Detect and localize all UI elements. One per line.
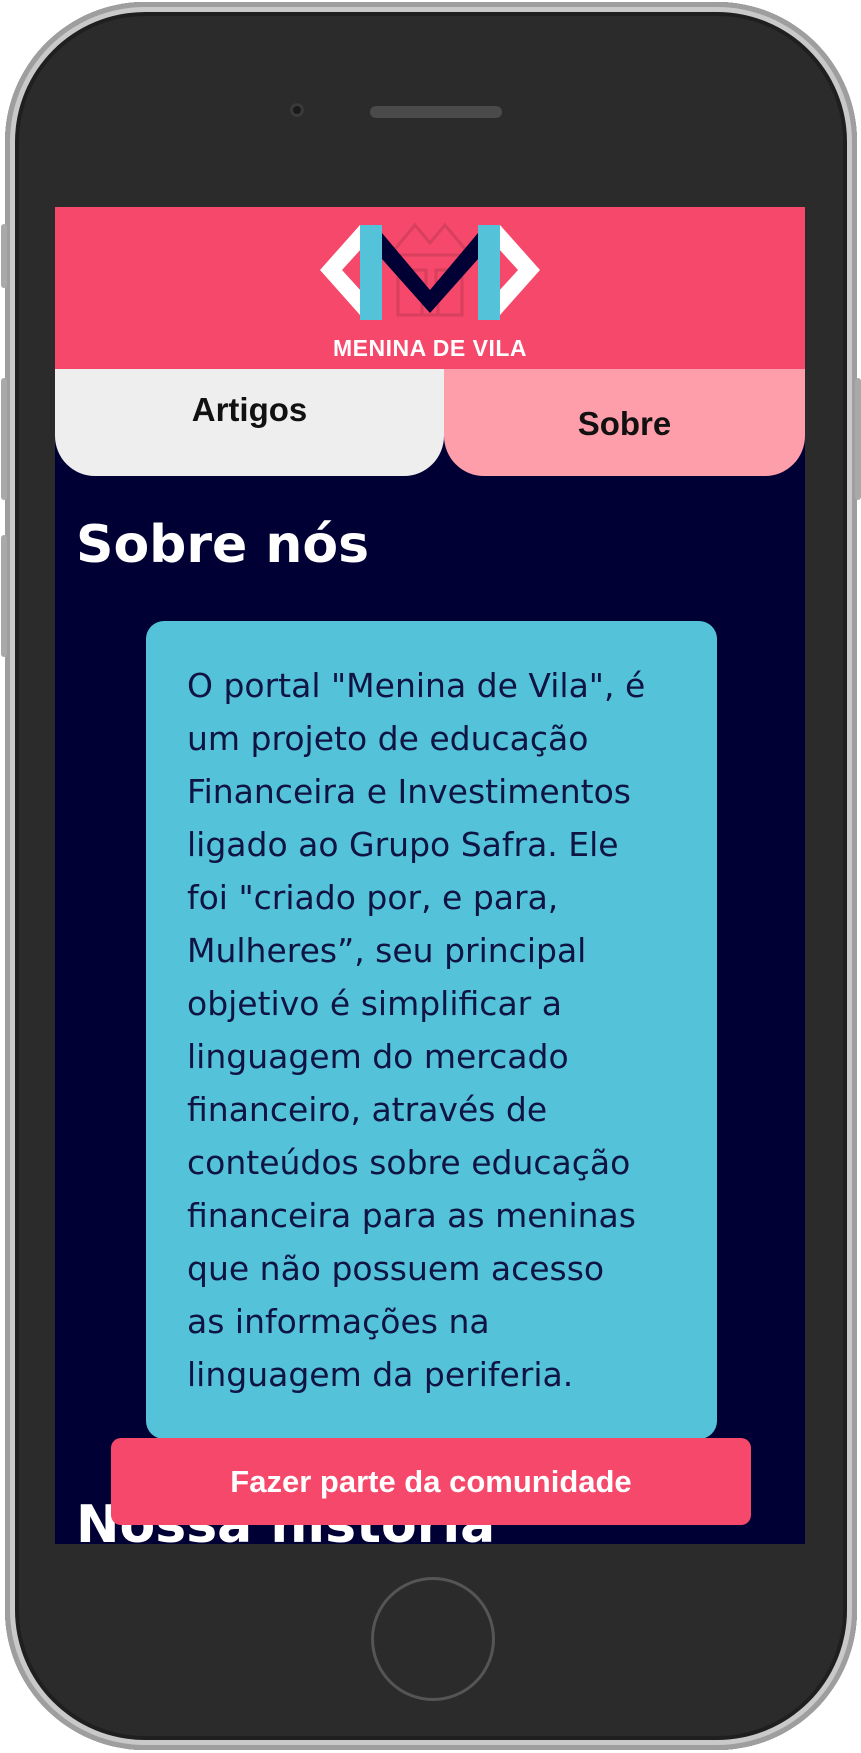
about-card: O portal "Menina de Vila", é um projeto … xyxy=(146,621,717,1439)
about-title: Sobre nós xyxy=(76,515,370,575)
about-line: Mulheres”, seu principal xyxy=(187,931,587,970)
about-line: objetivo é simplificar a xyxy=(187,984,562,1023)
left-stem-shape xyxy=(360,225,382,320)
about-line: ligado ao Grupo Safra. Ele xyxy=(187,825,619,864)
about-line: financeiro, através de xyxy=(187,1090,548,1129)
about-line: O portal "Menina de Vila", é xyxy=(187,666,646,705)
about-line: Financeira e Investimentos xyxy=(187,772,631,811)
about-line: foi "criado por, e para, xyxy=(187,878,559,917)
tab-artigos[interactable]: Artigos xyxy=(55,369,444,476)
front-camera-icon xyxy=(290,103,304,117)
mute-switch xyxy=(1,224,7,288)
speaker-grille xyxy=(370,106,502,118)
about-line: linguagem do mercado xyxy=(187,1037,569,1076)
app-screen: MENINA DE VILA Artigos Sobre Sobre nós O… xyxy=(55,207,805,1544)
volume-up-button xyxy=(1,378,7,500)
power-button xyxy=(855,378,861,500)
right-stem-shape xyxy=(478,225,500,320)
about-line: que não possuem acesso xyxy=(187,1249,605,1288)
about-line: as informações na xyxy=(187,1302,490,1341)
app-header: MENINA DE VILA xyxy=(55,207,805,369)
brand-name: MENINA DE VILA xyxy=(333,335,527,361)
about-line: um projeto de educação xyxy=(187,719,589,758)
tab-sobre[interactable]: Sobre xyxy=(444,369,805,476)
join-community-button[interactable]: Fazer parte da comunidade xyxy=(111,1438,751,1525)
about-line: conteúdos sobre educação xyxy=(187,1143,631,1182)
about-line: linguagem da periferia. xyxy=(187,1355,574,1394)
volume-down-button xyxy=(1,535,7,657)
about-line: financeira para as meninas xyxy=(187,1196,636,1235)
home-button[interactable] xyxy=(371,1577,495,1701)
